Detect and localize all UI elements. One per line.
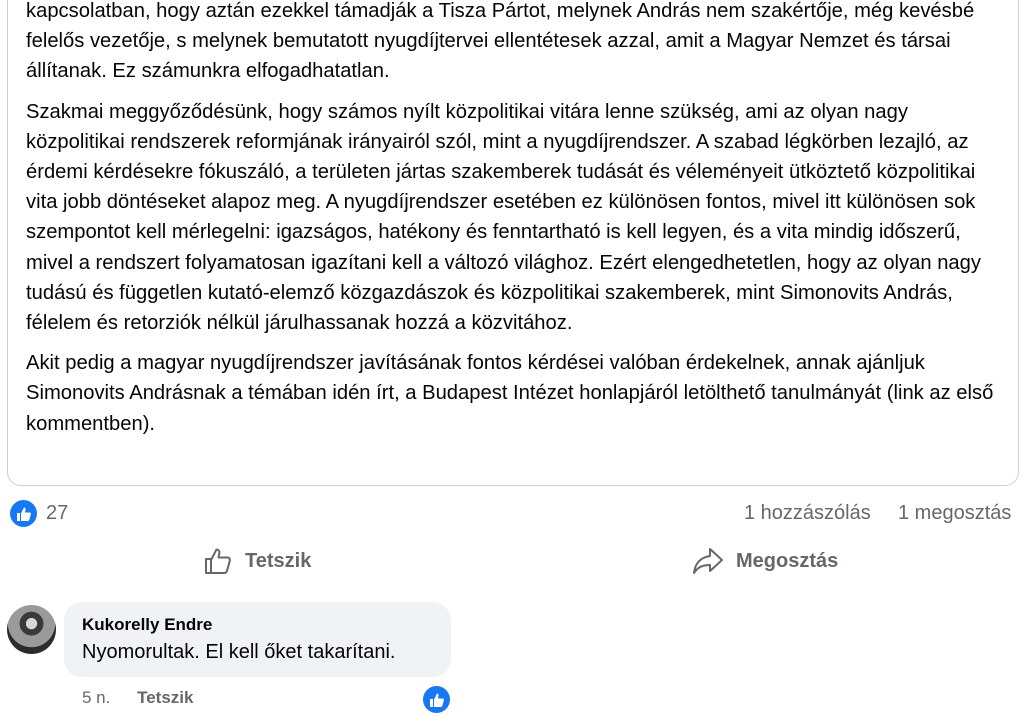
comment-meta: 5 n. Tetszik [82, 688, 193, 708]
like-button[interactable]: Tetszik [203, 541, 311, 581]
post-body: kapcsolatban, hogy aztán ezekkel támadjá… [26, 0, 1011, 449]
share-button-label: Megosztás [736, 549, 839, 572]
post-paragraph: kapcsolatban, hogy aztán ezekkel támadjá… [26, 0, 975, 83]
post-paragraph: Akit pedig a magyar nyugdíjrendszer javí… [26, 352, 994, 435]
share-button[interactable]: Megosztás [692, 541, 838, 581]
avatar[interactable] [7, 605, 56, 654]
reactions-row: 27 1 hozzászólás 1 megosztás [10, 500, 1021, 528]
comment-count-link[interactable]: 1 hozzászólás [744, 500, 871, 527]
comment-text: Nyomorultak. El kell őket takarítani. [82, 641, 396, 663]
thumbs-up-outline-icon [205, 548, 231, 574]
like-button-label: Tetszik [245, 549, 312, 572]
share-arrow-icon [693, 548, 723, 574]
comment-like-reaction-icon[interactable] [421, 684, 452, 715]
comment-like-link[interactable]: Tetszik [137, 688, 193, 707]
comment-bubble: Kukorelly Endre Nyomorultak. El kell őke… [64, 602, 451, 677]
comment-author[interactable]: Kukorelly Endre [82, 614, 433, 636]
post-paragraph: Szakmai meggyőződésünk, hogy számos nyíl… [26, 100, 981, 335]
share-count-link[interactable]: 1 megosztás [898, 500, 1011, 527]
like-reaction-icon[interactable] [10, 500, 37, 527]
comment-time[interactable]: 5 n. [82, 688, 110, 707]
like-count[interactable]: 27 [46, 500, 68, 527]
